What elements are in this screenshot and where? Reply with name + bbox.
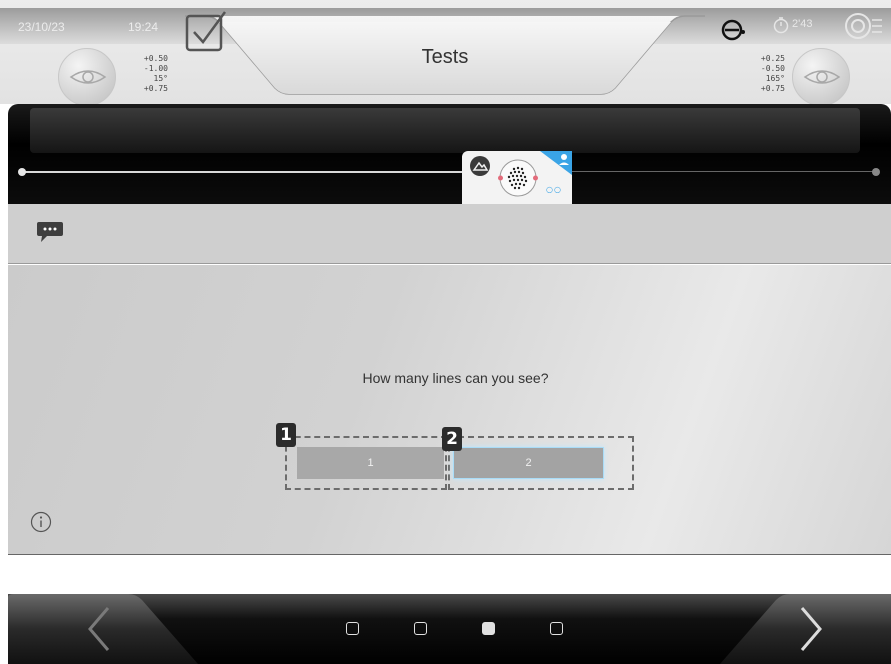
left-addition: +0.75 [143, 84, 168, 93]
right-sphere: +0.25 [760, 54, 785, 63]
previous-button[interactable] [8, 594, 198, 664]
answer-1-badge: 1 [276, 423, 296, 447]
date-label: 23/10/23 [18, 20, 65, 34]
progress-remaining-line [572, 171, 878, 172]
right-eye-button[interactable] [792, 48, 850, 106]
left-sphere: +0.50 [143, 54, 168, 63]
app-screen: 23/10/23 19:24 Tests +0.50 -1.00 15° +0.… [0, 0, 891, 664]
chat-icon[interactable] [36, 220, 64, 244]
page-indicator-1[interactable] [346, 622, 359, 635]
person-icon [540, 151, 572, 175]
left-eye-button[interactable] [58, 48, 116, 106]
progress-start-dot [18, 168, 26, 176]
right-addition: +0.75 [760, 84, 785, 93]
progress-end-dot [872, 168, 880, 176]
progress-track-background [30, 108, 860, 153]
test-panel [8, 265, 891, 555]
page-indicator-4[interactable] [550, 622, 563, 635]
page-title: Tests [421, 46, 469, 68]
left-axis: 15° [153, 74, 168, 83]
right-axis: 165° [765, 74, 785, 83]
left-prescription: +0.50 -1.00 15° +0.75 [118, 54, 168, 94]
answer-1-button[interactable]: 1 [297, 447, 444, 479]
page-indicator-3[interactable] [482, 622, 495, 635]
message-panel [8, 204, 891, 264]
test-question: How many lines can you see? [362, 370, 549, 386]
eye-icon [69, 70, 107, 84]
right-prescription: +0.25 -0.50 165° +0.75 [740, 54, 785, 94]
right-cylinder: -0.50 [760, 64, 785, 73]
time-label: 19:24 [128, 20, 159, 34]
page-indicator-2[interactable] [414, 622, 427, 635]
answer-2-badge: 2 [442, 427, 462, 451]
target-icon[interactable] [842, 12, 882, 40]
tests-tab[interactable]: Tests [185, 10, 705, 100]
dots-target-icon [498, 159, 538, 197]
progress-completed-line [22, 171, 462, 173]
timer-label: 2'43 [792, 18, 813, 30]
timer-icon [773, 17, 789, 34]
logo-icon [721, 19, 745, 41]
left-cylinder: -1.00 [143, 64, 168, 73]
mountain-icon [470, 156, 490, 176]
info-icon[interactable] [30, 511, 52, 533]
answer-2-button[interactable]: 2 [453, 447, 604, 479]
eye-icon [803, 70, 841, 84]
next-button[interactable] [720, 594, 891, 664]
eye-selection-indicator: ○○ [546, 185, 562, 194]
